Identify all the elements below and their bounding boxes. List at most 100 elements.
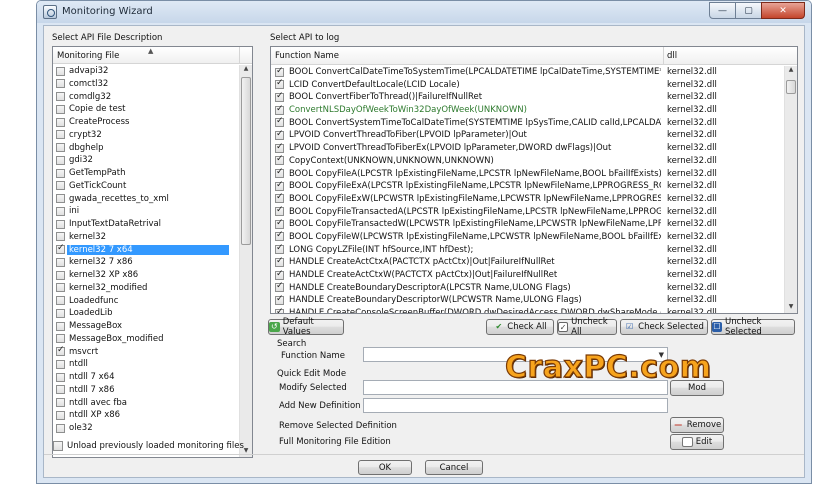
api-function-row[interactable]: HANDLE CreateBoundaryDescriptorA(LPCSTR … bbox=[271, 282, 786, 295]
monitoring-file-checkbox[interactable] bbox=[56, 155, 65, 165]
monitoring-file-checkbox[interactable] bbox=[56, 423, 65, 433]
api-function-checkbox[interactable] bbox=[275, 244, 284, 255]
monitoring-file-item[interactable]: MessageBox bbox=[53, 320, 240, 333]
scroll-down-arrow-icon[interactable]: ▼ bbox=[786, 303, 796, 313]
api-function-row[interactable]: BOOL CopyFileW(LPCWSTR lpExistingFileNam… bbox=[271, 231, 786, 244]
api-function-row[interactable]: ConvertNLSDayOfWeekToWin32DayOfWeek(UNKN… bbox=[271, 104, 786, 117]
monitoring-file-checkbox[interactable] bbox=[56, 168, 65, 178]
api-function-row[interactable]: BOOL ConvertCalDateTimeToSystemTime(LPCA… bbox=[271, 66, 786, 79]
monitoring-file-checkbox[interactable] bbox=[56, 232, 65, 242]
monitoring-file-checkbox[interactable] bbox=[56, 398, 65, 407]
modify-button[interactable]: Mod bbox=[670, 380, 724, 396]
uncheck-all-button[interactable]: ✓ Uncheck All bbox=[557, 317, 617, 337]
api-function-checkbox[interactable] bbox=[275, 129, 284, 140]
monitoring-file-item[interactable]: comdlg32 bbox=[53, 91, 240, 104]
monitoring-file-checkbox[interactable] bbox=[56, 92, 65, 101]
api-function-checkbox[interactable] bbox=[275, 142, 284, 153]
api-function-checkbox[interactable] bbox=[275, 294, 284, 305]
monitoring-file-item[interactable]: gwada_recettes_to_xml bbox=[53, 193, 240, 206]
monitoring-file-item[interactable]: advapi32 bbox=[53, 65, 240, 78]
monitoring-file-item[interactable]: ini bbox=[53, 205, 240, 218]
api-function-row[interactable]: HANDLE CreateActCtxW(PACTCTX pActCtx)|Ou… bbox=[271, 269, 786, 282]
monitoring-file-checkbox[interactable] bbox=[56, 143, 65, 152]
edit-button[interactable]: Edit bbox=[670, 434, 724, 450]
api-function-row[interactable]: CopyContext(UNKNOWN,UNKNOWN,UNKNOWN) kern… bbox=[271, 155, 786, 168]
monitoring-file-item[interactable]: ntdll XP x86 bbox=[53, 409, 240, 422]
monitoring-file-checkbox[interactable] bbox=[56, 243, 65, 254]
add-new-definition-input[interactable] bbox=[363, 398, 668, 413]
cancel-button[interactable]: Cancel bbox=[425, 460, 483, 475]
api-list-scrollbar[interactable]: ▲ ▼ bbox=[784, 66, 797, 313]
api-function-checkbox[interactable] bbox=[275, 180, 284, 191]
monitoring-file-checkbox[interactable] bbox=[56, 104, 65, 114]
monitoring-file-item[interactable]: MessageBox_modified bbox=[53, 333, 240, 346]
api-function-checkbox[interactable] bbox=[275, 91, 284, 102]
monitoring-file-checkbox[interactable] bbox=[56, 181, 65, 191]
monitoring-file-item[interactable]: crypt32 bbox=[53, 129, 240, 142]
function-name-column-header[interactable]: Function Name bbox=[275, 51, 339, 61]
monitoring-file-checkbox[interactable] bbox=[56, 130, 65, 140]
monitoring-file-item[interactable]: ntdll avec fba bbox=[53, 397, 240, 410]
api-function-row[interactable]: LPVOID ConvertThreadToFiberEx(LPVOID lpP… bbox=[271, 142, 786, 155]
api-function-row[interactable]: HANDLE CreateConsoleScreenBuffer(DWORD d… bbox=[271, 307, 786, 313]
api-function-checkbox[interactable] bbox=[275, 206, 284, 217]
monitoring-file-item[interactable]: ntdll 7 x64 bbox=[53, 371, 240, 384]
scrollbar-thumb[interactable] bbox=[241, 77, 251, 245]
api-function-checkbox[interactable] bbox=[275, 66, 284, 77]
api-function-row[interactable]: HANDLE CreateBoundaryDescriptorW(LPCWSTR… bbox=[271, 294, 786, 307]
dll-column-header[interactable]: dll bbox=[667, 51, 677, 61]
monitoring-file-item[interactable]: CreateProcess bbox=[53, 116, 240, 129]
monitoring-file-checkbox[interactable] bbox=[56, 334, 65, 344]
monitoring-file-item[interactable]: LoadedLib bbox=[53, 307, 240, 320]
monitoring-file-item[interactable]: kernel32_modified bbox=[53, 282, 240, 295]
api-function-checkbox[interactable] bbox=[275, 193, 284, 204]
monitoring-file-checkbox[interactable] bbox=[56, 219, 65, 229]
api-function-checkbox[interactable] bbox=[275, 168, 284, 178]
monitoring-file-column-header[interactable]: Monitoring File ▲ bbox=[53, 47, 252, 64]
api-function-row[interactable]: BOOL CopyFileExA(LPCSTR lpExistingFileNa… bbox=[271, 180, 786, 193]
monitoring-file-checkbox[interactable] bbox=[56, 321, 65, 331]
monitoring-file-checkbox[interactable] bbox=[56, 66, 65, 76]
monitoring-file-item[interactable]: Loadedfunc bbox=[53, 295, 240, 308]
monitoring-file-item[interactable]: comctl32 bbox=[53, 78, 240, 91]
api-function-list[interactable]: Function Name dll BOOL ConvertCalDateTim… bbox=[270, 46, 798, 314]
monitoring-file-item[interactable]: ntdll 7 x86 bbox=[53, 384, 240, 397]
monitoring-file-item[interactable]: GetTempPath bbox=[53, 167, 240, 180]
scroll-up-arrow-icon[interactable]: ▲ bbox=[786, 66, 796, 77]
minimize-button[interactable]: — bbox=[709, 2, 736, 19]
ok-button[interactable]: OK bbox=[358, 460, 412, 475]
function-name-combobox[interactable]: ▼ bbox=[363, 347, 668, 362]
monitoring-file-checkbox[interactable] bbox=[56, 117, 65, 127]
monitoring-file-checkbox[interactable] bbox=[56, 270, 65, 280]
monitoring-file-scrollbar[interactable]: ▲ ▼ bbox=[239, 65, 252, 457]
monitoring-file-item[interactable]: ole32 bbox=[53, 422, 240, 435]
check-selected-button[interactable]: ☑ Check Selected bbox=[620, 319, 708, 335]
monitoring-file-checkbox[interactable] bbox=[56, 385, 65, 395]
monitoring-file-checkbox[interactable] bbox=[56, 79, 65, 89]
api-function-row[interactable]: LONG CopyLZFile(INT hfSource,INT hfDest)… bbox=[271, 244, 786, 257]
monitoring-file-checkbox[interactable] bbox=[56, 257, 65, 267]
api-function-row[interactable]: BOOL CopyFileExW(LPCWSTR lpExistingFileN… bbox=[271, 193, 786, 206]
maximize-button[interactable]: ▢ bbox=[735, 2, 762, 19]
monitoring-file-item[interactable]: kernel32 7 x64 bbox=[53, 243, 240, 257]
unload-previous-option[interactable]: Unload previously loaded monitoring file… bbox=[52, 439, 272, 453]
scroll-up-arrow-icon[interactable]: ▲ bbox=[241, 65, 251, 76]
monitoring-file-item[interactable]: ntdll bbox=[53, 358, 240, 371]
api-function-checkbox[interactable] bbox=[275, 231, 284, 242]
monitoring-file-checkbox[interactable] bbox=[56, 359, 65, 369]
monitoring-file-checkbox[interactable] bbox=[56, 410, 65, 420]
api-function-checkbox[interactable] bbox=[275, 307, 284, 313]
api-function-row[interactable]: HANDLE CreateActCtxA(PACTCTX pActCtx)|Ou… bbox=[271, 256, 786, 269]
monitoring-file-item[interactable]: gdi32 bbox=[53, 154, 240, 167]
check-all-button[interactable]: ✔ Check All bbox=[486, 319, 554, 335]
monitoring-file-checkbox[interactable] bbox=[56, 194, 65, 203]
monitoring-file-item[interactable]: dbghelp bbox=[53, 142, 240, 155]
monitoring-file-item[interactable]: msvcrt bbox=[53, 345, 240, 359]
uncheck-selected-button[interactable]: ☐ Uncheck Selected bbox=[711, 317, 795, 337]
title-bar[interactable]: Monitoring Wizard — ▢ ✕ bbox=[37, 1, 811, 23]
api-function-checkbox[interactable] bbox=[275, 218, 284, 229]
monitoring-file-checkbox[interactable] bbox=[56, 283, 65, 293]
close-button[interactable]: ✕ bbox=[761, 2, 805, 19]
monitoring-file-item[interactable]: kernel32 XP x86 bbox=[53, 269, 240, 282]
monitoring-file-item[interactable]: Copie de test bbox=[53, 103, 240, 116]
